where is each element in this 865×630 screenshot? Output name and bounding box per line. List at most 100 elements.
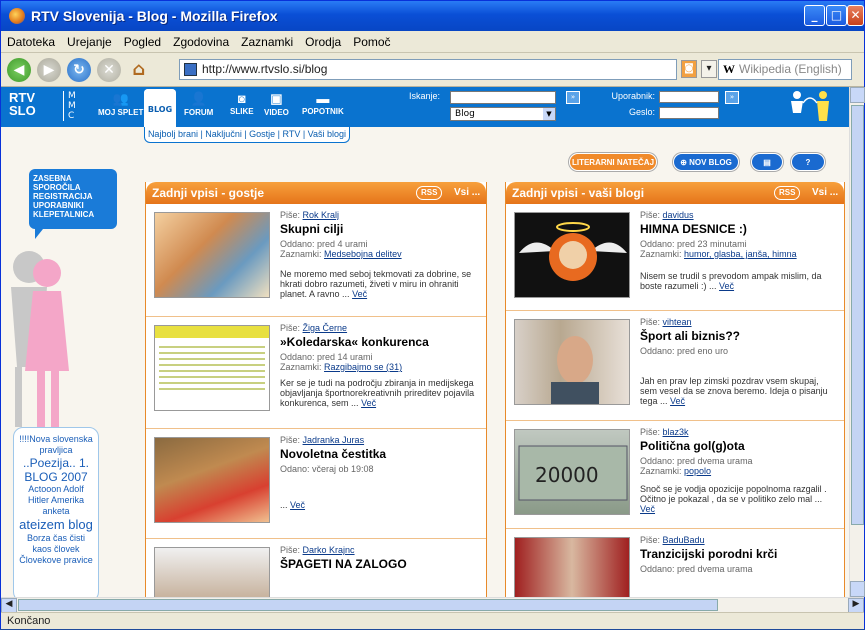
entry-thumbnail[interactable] <box>154 547 270 597</box>
entry-thumbnail[interactable] <box>154 212 270 298</box>
history-dropdown-icon[interactable]: ▾ <box>701 60 717 78</box>
sidebar-item-messages[interactable]: ZASEBNA SPOROČILA <box>33 174 113 192</box>
nav-moj-splet[interactable]: 👥 MOJ SPLET <box>98 91 143 117</box>
tag-link[interactable]: ateizem blog <box>16 517 96 533</box>
stop-icon[interactable]: ✕ <box>97 57 121 82</box>
menu-tools[interactable]: Orodja <box>305 35 341 49</box>
tag-link[interactable]: Actooon Adolf <box>16 484 96 495</box>
author-link[interactable]: Žiga Černe <box>303 323 348 333</box>
entry-title[interactable]: »Koledarska« konkurenca <box>280 336 480 349</box>
new-blog-button[interactable]: ⊕ NOV BLOG <box>673 153 739 171</box>
nav-video[interactable]: ▣ VIDEO <box>264 91 289 117</box>
entry-thumbnail[interactable] <box>514 212 630 298</box>
scroll-up-icon[interactable] <box>850 87 865 103</box>
tag-link[interactable]: ..Poezija.. 1. <box>16 456 96 470</box>
search-input[interactable]: W Wikipedia (English) <box>718 59 852 80</box>
menu-history[interactable]: Zgodovina <box>173 35 229 49</box>
rtv-logo[interactable]: RTV SLO <box>9 91 36 117</box>
literary-contest-button[interactable]: LITERARNI NATEČAJ <box>569 153 657 171</box>
rss-feed-icon[interactable]: ◙ <box>681 60 697 78</box>
author-link[interactable]: davidus <box>663 210 694 220</box>
all-link[interactable]: Vsi ... <box>454 182 480 204</box>
password-field[interactable] <box>659 107 719 119</box>
maximize-button[interactable]: □ <box>826 5 847 26</box>
author-link[interactable]: Rok Kralj <box>303 210 340 220</box>
author-link[interactable]: vihtean <box>663 317 692 327</box>
close-button[interactable]: ✕ <box>847 5 864 26</box>
tag-link[interactable]: Razgibajmo se (31) <box>324 362 402 372</box>
site-search-input[interactable] <box>450 91 556 104</box>
entry-title[interactable]: Šport ali biznis?? <box>640 330 836 343</box>
entry-tags: Zaznamki: Razgibajmo se (31) <box>280 362 480 372</box>
more-link[interactable]: Več <box>640 504 655 514</box>
tag-link[interactable]: Borza čas čisti <box>16 533 96 544</box>
forward-icon[interactable]: ▶ <box>37 57 61 82</box>
author-link[interactable]: Jadranka Juras <box>303 435 365 445</box>
blog-subnav[interactable]: Najbolj brani | Naključni | Gostje | RTV… <box>144 127 350 143</box>
login-go-icon[interactable]: » <box>725 91 739 104</box>
entry-thumbnail[interactable] <box>154 325 270 411</box>
tag-link[interactable]: humor, glasba, janša, himna <box>684 249 797 259</box>
messages-icon[interactable]: ▤ <box>751 153 783 171</box>
reload-icon[interactable]: ↻ <box>67 57 91 82</box>
more-link[interactable]: Več <box>352 289 367 299</box>
entry-thumbnail[interactable] <box>154 437 270 523</box>
nav-slike[interactable]: ◙ SLIKE <box>230 91 254 116</box>
menu-view[interactable]: Pogled <box>124 35 161 49</box>
username-field[interactable] <box>659 91 719 103</box>
menu-file[interactable]: Datoteka <box>7 35 55 49</box>
hscroll-thumb[interactable] <box>18 599 718 611</box>
sidebar-item-register[interactable]: REGISTRACIJA <box>33 192 113 201</box>
tag-link[interactable]: Medsebojna delitev <box>324 249 402 259</box>
horizontal-scrollbar[interactable]: ◀ ▶ <box>1 597 864 613</box>
site-search-go-icon[interactable]: » <box>566 91 580 104</box>
menu-help[interactable]: Pomoč <box>353 35 390 49</box>
more-link[interactable]: Več <box>361 398 376 408</box>
entry-title[interactable]: ŠPAGETI NA ZALOGO <box>280 558 480 571</box>
tag-link[interactable]: Hitler Amerika <box>16 495 96 506</box>
url-bar[interactable]: http://www.rtvslo.si/blog <box>179 59 677 80</box>
tag-link[interactable]: pravljica <box>16 445 96 456</box>
scroll-right-icon[interactable]: ▶ <box>848 598 864 613</box>
entry-title[interactable]: Novoletna čestitka <box>280 448 480 461</box>
scroll-thumb[interactable] <box>851 105 864 525</box>
rss-button[interactable]: RSS <box>416 186 443 200</box>
site-search-select[interactable]: Blog ▼ <box>450 107 556 121</box>
author-link[interactable]: BaduBadu <box>663 535 705 545</box>
tag-link[interactable]: kaos človek <box>16 544 96 555</box>
minimize-button[interactable]: _ <box>804 5 825 26</box>
rss-button[interactable]: RSS <box>774 186 801 200</box>
author-link[interactable]: Darko Krajnc <box>303 545 355 555</box>
menu-bookmarks[interactable]: Zaznamki <box>241 35 293 49</box>
tag-link[interactable]: Človekove pravice <box>16 555 96 566</box>
entry-title[interactable]: HIMNA DESNICE :) <box>640 223 836 236</box>
sidebar-item-users[interactable]: UPORABNIKI <box>33 201 113 210</box>
help-button[interactable]: ? <box>791 153 825 171</box>
scroll-down-icon[interactable] <box>850 581 865 597</box>
tag-link[interactable]: popolo <box>684 466 711 476</box>
entry-thumbnail[interactable] <box>514 537 630 597</box>
more-link[interactable]: Več <box>670 396 685 406</box>
nav-blog-tab[interactable]: BLOG <box>144 89 176 129</box>
sidebar-item-chat[interactable]: KLEPETALNICA <box>33 210 113 219</box>
scroll-left-icon[interactable]: ◀ <box>1 598 17 613</box>
all-link[interactable]: Vsi ... <box>812 182 838 204</box>
vertical-scrollbar[interactable] <box>849 87 865 597</box>
nav-popotnik[interactable]: ▬ POPOTNIK <box>302 91 344 116</box>
entry-title[interactable]: Skupni cilji <box>280 223 480 236</box>
back-icon[interactable]: ◀ <box>7 57 31 82</box>
entry-thumbnail[interactable]: 20000 <box>514 429 630 515</box>
tag-link[interactable]: BLOG 2007 <box>16 470 96 484</box>
entry-title[interactable]: Politična gol(g)ota <box>640 440 836 453</box>
author-link[interactable]: blaz3k <box>663 427 689 437</box>
menu-edit[interactable]: Urejanje <box>67 35 112 49</box>
home-icon[interactable]: ⌂ <box>127 58 151 82</box>
nav-forum[interactable]: 👤 FORUM <box>184 91 213 117</box>
entry-thumbnail[interactable] <box>514 319 630 405</box>
tag-link[interactable]: !!!!Nova slovenska <box>16 434 96 445</box>
more-link[interactable]: Več <box>290 500 305 510</box>
entry-title[interactable]: Tranzicijski porodni krči <box>640 548 836 561</box>
tag-link[interactable]: anketa <box>16 506 96 517</box>
more-link[interactable]: Več <box>719 281 734 291</box>
entry-excerpt: Snoč se je vodja opozicije popolnoma raz… <box>640 484 836 514</box>
